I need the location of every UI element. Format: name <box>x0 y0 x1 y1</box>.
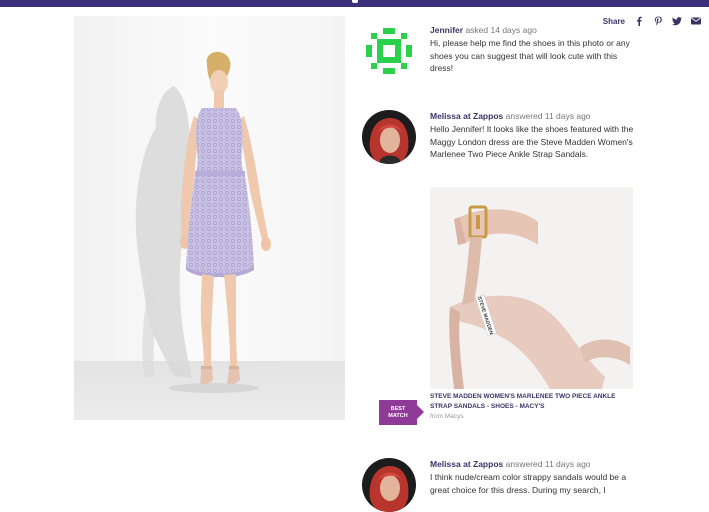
post-body: Hello Jennifer! It looks like the shoes … <box>430 124 634 159</box>
product-image[interactable]: STEVE MADDEN <box>430 187 633 389</box>
email-icon[interactable] <box>691 16 701 26</box>
author-name[interactable]: Melissa <box>430 459 461 469</box>
twitter-icon[interactable] <box>672 16 682 26</box>
post-body: Hi, please help me find the shoes in thi… <box>430 38 630 73</box>
post-header: Jennifer asked 14 days ago <box>430 24 638 36</box>
avatar[interactable] <box>362 458 416 512</box>
badge-line-1: BEST <box>390 405 406 412</box>
top-navigation-bar <box>0 0 709 7</box>
post-action: answered 11 days ago <box>505 459 591 469</box>
author-org: at Zappos <box>463 459 504 469</box>
best-match-badge: BEST MATCH <box>379 400 424 425</box>
author-name[interactable]: Melissa <box>430 111 461 121</box>
question-photo[interactable] <box>74 16 345 420</box>
post-action: answered 11 days ago <box>505 111 591 121</box>
topbar-logo-fragment <box>352 0 358 3</box>
avatar[interactable] <box>362 110 416 164</box>
avatar[interactable] <box>362 24 416 78</box>
post-body: I think nude/cream color strappy sandals… <box>430 472 627 495</box>
post-action: asked 14 days ago <box>465 25 537 35</box>
author-name[interactable]: Jennifer <box>430 25 463 35</box>
pinterest-icon[interactable] <box>653 16 663 26</box>
product-source: from Macys <box>430 413 464 420</box>
product-title-link[interactable]: STEVE MADDEN WOMEN'S MARLENEE TWO PIECE … <box>430 392 630 411</box>
post-header: Melissa at Zappos answered 11 days ago <box>430 110 638 122</box>
post-header: Melissa at Zappos answered 11 days ago <box>430 458 638 470</box>
author-org: at Zappos <box>463 111 504 121</box>
badge-line-2: MATCH <box>388 412 408 419</box>
